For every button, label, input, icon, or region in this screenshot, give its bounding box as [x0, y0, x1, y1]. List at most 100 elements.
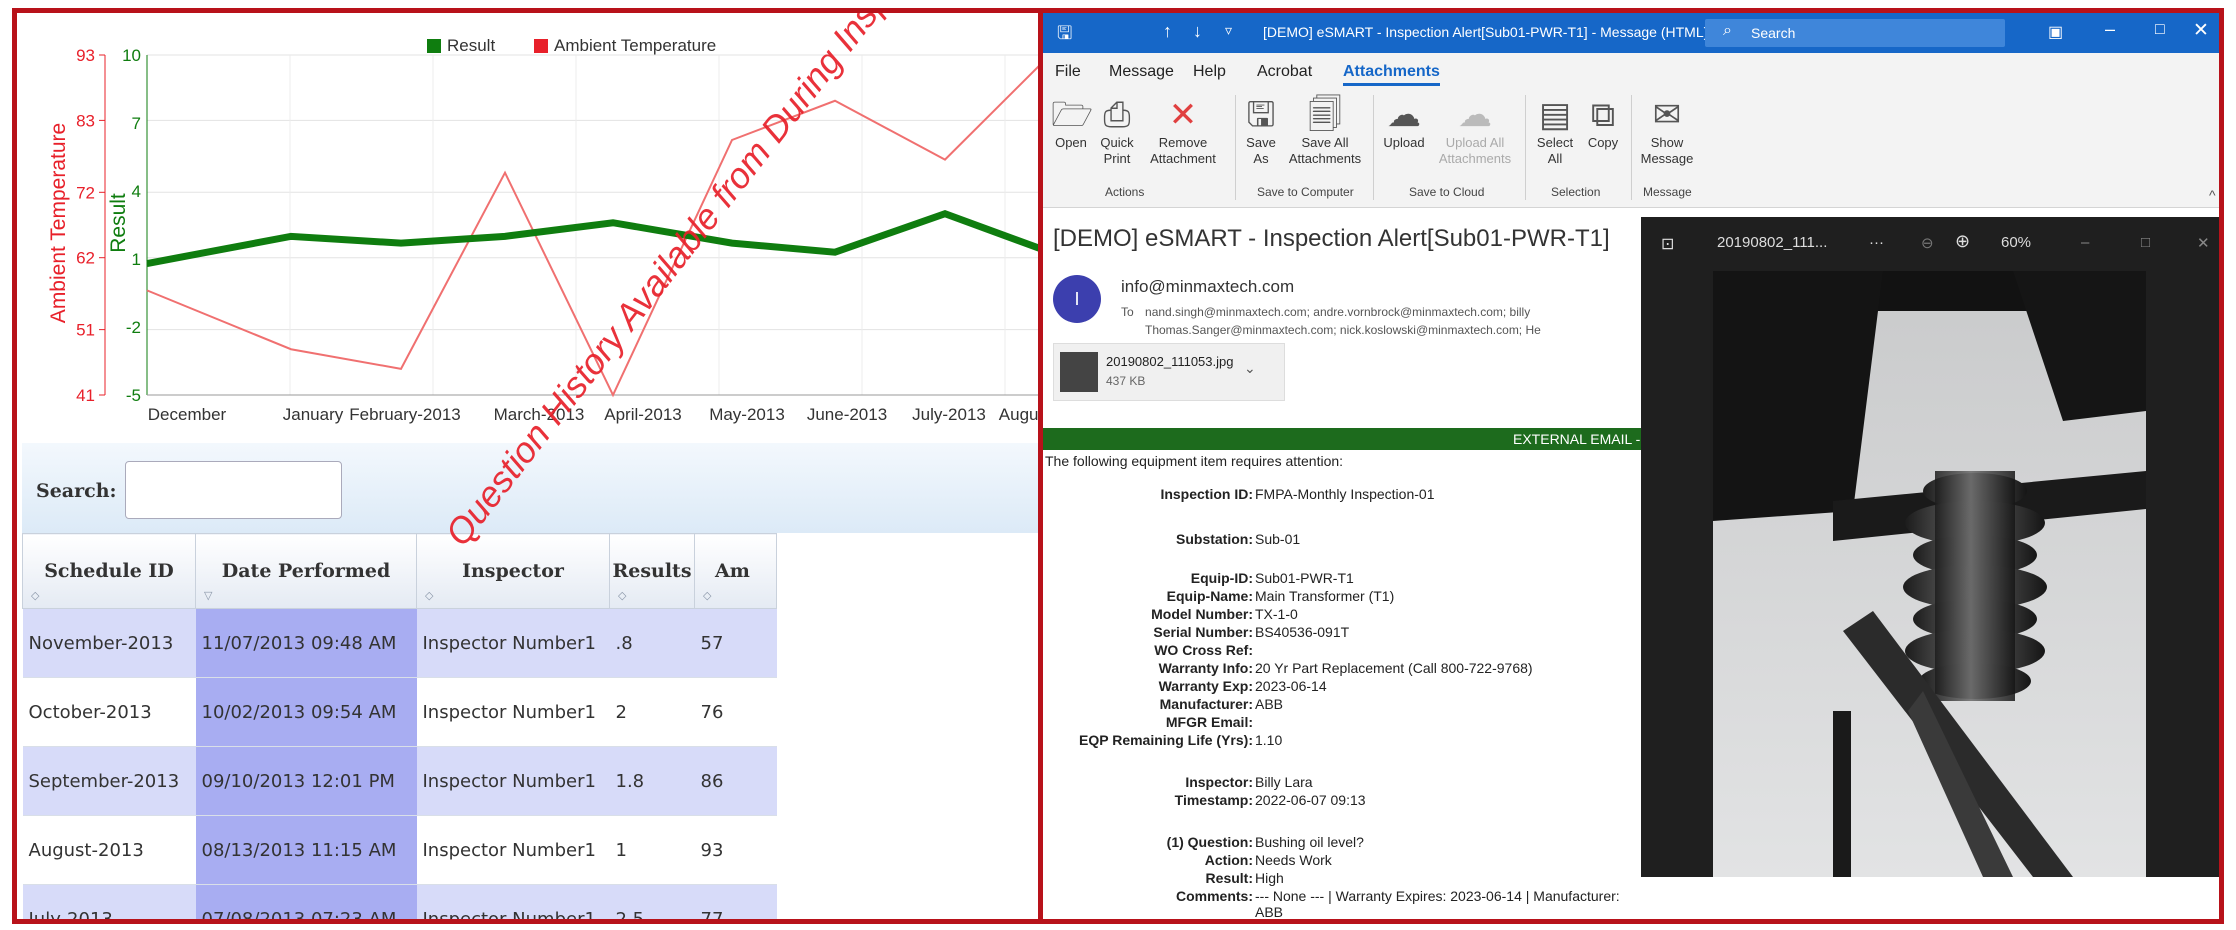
upload-button[interactable]: ☁ Upload [1379, 95, 1429, 151]
minimize-icon[interactable]: – [2105, 19, 2115, 40]
bushing-image [1713, 271, 2146, 877]
quick-print-button[interactable]: ⎙ Quick Print [1095, 95, 1139, 167]
table-row[interactable]: November-2013 11/07/2013 09:48 AM Inspecto… [22, 608, 777, 678]
field-label: Result: [1205, 870, 1253, 886]
field-row: Warranty Exp: 2023-06-14 [1043, 678, 1643, 696]
search-input[interactable] [125, 461, 342, 519]
field-row: Comments: --- None --- | Warranty Expires… [1043, 888, 1643, 919]
field-value: Billy Lara [1255, 774, 1313, 790]
quick-access-menu-icon[interactable]: ▿ [1225, 22, 1232, 39]
more-options-icon[interactable]: ··· [1869, 234, 1884, 251]
column-header-results[interactable]: Results ◇ [609, 533, 695, 609]
copy-button[interactable]: ⧉ Copy [1583, 95, 1623, 151]
menu-message[interactable]: Message [1109, 63, 1174, 81]
field-row: (1) Question: Bushing oil level? [1043, 834, 1643, 852]
x-axis-tick: July-2013 [912, 405, 986, 424]
field-value: 20 Yr Part Replacement (Call 800-722-976… [1255, 660, 1533, 676]
image-icon: ⊡ [1661, 236, 1675, 253]
ribbon-display-icon[interactable]: ▣ [2048, 22, 2063, 42]
up-arrow-icon[interactable]: ↑ [1163, 21, 1172, 42]
photo-filename: 20190802_111... [1717, 234, 1828, 251]
legend-ambient-label: Ambient Temperature [554, 36, 716, 55]
ambient-cell: 76 [694, 677, 777, 747]
menu-bar: File Message Help Acrobat Attachments [1043, 53, 2219, 87]
field-value: 2023-06-14 [1255, 678, 1327, 694]
table-row[interactable]: September-2013 09/10/2013 12:01 PM Inspect… [22, 746, 777, 816]
minimize-icon[interactable]: – [2081, 234, 2089, 251]
field-row: Warranty Info: 20 Yr Part Replacement (Ca… [1043, 660, 1643, 678]
legend-ambient-swatch [534, 39, 548, 53]
menu-help[interactable]: Help [1193, 63, 1226, 81]
attachment-name: 20190802_111053.jpg [1106, 354, 1234, 369]
ambient-cell: 93 [694, 815, 777, 885]
zoom-out-icon[interactable]: ⊖ [1921, 234, 1934, 252]
menu-acrobat[interactable]: Acrobat [1257, 63, 1312, 81]
table-row[interactable]: October-2013 10/02/2013 09:54 AM Inspector… [22, 677, 777, 747]
column-header-inspector[interactable]: Inspector ◇ [416, 533, 610, 609]
search-placeholder: Search [1751, 25, 1796, 41]
date-performed-cell: 11/07/2013 09:48 AM [195, 608, 417, 678]
field-value: BS40536-091T [1255, 624, 1350, 640]
save-all-attachments-button[interactable]: 🗐 Save All Attachments [1287, 95, 1363, 167]
column-header-date-performed[interactable]: Date Performed ▽ [195, 533, 417, 609]
attachment-chip[interactable]: 20190802_111053.jpg 437 KB ⌄ [1053, 343, 1285, 401]
field-row: Substation: Sub-01 [1043, 531, 1643, 549]
chevron-down-icon[interactable]: ⌄ [1244, 360, 1256, 377]
column-header-ambient[interactable]: Am ◇ [694, 533, 777, 609]
date-performed-cell: 07/08/2013 07:23 AM [195, 884, 417, 919]
date-performed-cell: 09/10/2013 12:01 PM [195, 746, 417, 816]
search-icon: ⌕ [1723, 22, 1732, 39]
field-value: ABB [1255, 696, 1284, 712]
field-row: Equip-Name: Main Transformer (T1) [1043, 588, 1643, 606]
result-temperature-chart: 41 51 62 72 83 93 -5 -2 1 4 7 10 Ambient Temperature… [47, 36, 1040, 424]
sender-address[interactable]: info@minmaxtech.com [1121, 277, 1294, 297]
date-performed-cell: 10/02/2013 09:54 AM [195, 677, 417, 747]
open-button[interactable]: 🗁 Open [1051, 95, 1093, 151]
field-row: Equip-ID: Sub01-PWR-T1 [1043, 570, 1643, 588]
search-box[interactable]: ⌕ Search [1705, 19, 2005, 47]
divider [1631, 95, 1632, 200]
zoom-in-icon[interactable]: ⊕ [1955, 231, 1970, 252]
down-arrow-icon[interactable]: ↓ [1193, 21, 1202, 42]
field-row: Result: High [1043, 870, 1643, 888]
save-icon[interactable]: 🖫 [1057, 21, 1072, 51]
results-cell: 1 [609, 815, 695, 885]
results-cell: 1.8 [609, 746, 695, 816]
close-icon[interactable]: ✕ [2197, 234, 2210, 252]
recipients-line-2[interactable]: Thomas.Sanger@minmaxtech.com; nick.koslo… [1145, 323, 1541, 337]
recipients-line-1[interactable]: nand.singh@minmaxtech.com; andre.vornbro… [1145, 305, 1530, 319]
right-axis-tick: 4 [132, 182, 141, 201]
x-axis-tick: January [283, 405, 344, 424]
avatar[interactable]: I [1053, 275, 1101, 323]
menu-file[interactable]: File [1055, 63, 1081, 81]
save-as-button[interactable]: 🖫 Save As [1241, 95, 1281, 167]
select-all-button[interactable]: ▤ Select All [1533, 95, 1577, 167]
remove-attachment-button[interactable]: ✕ Remove Attachment [1143, 95, 1223, 167]
field-value: 2022-06-07 09:13 [1255, 792, 1366, 808]
search-bar: Search: [22, 443, 1040, 533]
field-value: 1.10 [1255, 732, 1283, 748]
ambient-cell: 86 [694, 746, 777, 816]
maximize-icon[interactable]: □ [2155, 21, 2165, 39]
close-icon[interactable]: ✕ [2193, 19, 2209, 42]
x-axis-tick: May-2013 [709, 405, 785, 424]
table-row[interactable]: July-2013 07/08/2013 07:23 AM Inspector Nu… [22, 884, 777, 919]
ambient-cell: 57 [694, 608, 777, 678]
collapse-ribbon-icon[interactable]: ^ [2209, 187, 2216, 203]
show-message-button[interactable]: ✉ Show Message [1637, 95, 1697, 167]
inspector-cell: Inspector Number1 [416, 815, 610, 885]
schedule-id-cell: October-2013 [22, 677, 196, 747]
column-header-schedule-id[interactable]: Schedule ID ◇ [22, 533, 196, 609]
inspection-table: Schedule ID ◇ Date Performed ▽ Inspector ◇ … [22, 533, 777, 919]
field-value: Bushing oil level? [1255, 834, 1364, 850]
field-row: Model Number: TX-1-0 [1043, 606, 1643, 624]
legend-result-label: Result [447, 36, 495, 55]
inspector-cell: Inspector Number1 [416, 884, 610, 919]
maximize-icon[interactable]: □ [2141, 234, 2150, 251]
result-line [146, 209, 1040, 267]
field-label: Warranty Info: [1158, 660, 1253, 676]
table-row[interactable]: August-2013 08/13/2013 11:15 AM Inspector … [22, 815, 777, 885]
field-label: Warranty Exp: [1158, 678, 1253, 694]
photo-viewer-toolbar: ⊡ 20190802_111... ··· ⊖ ⊕ 60% – □ ✕ [1641, 217, 2219, 267]
menu-attachments[interactable]: Attachments [1343, 63, 1440, 86]
